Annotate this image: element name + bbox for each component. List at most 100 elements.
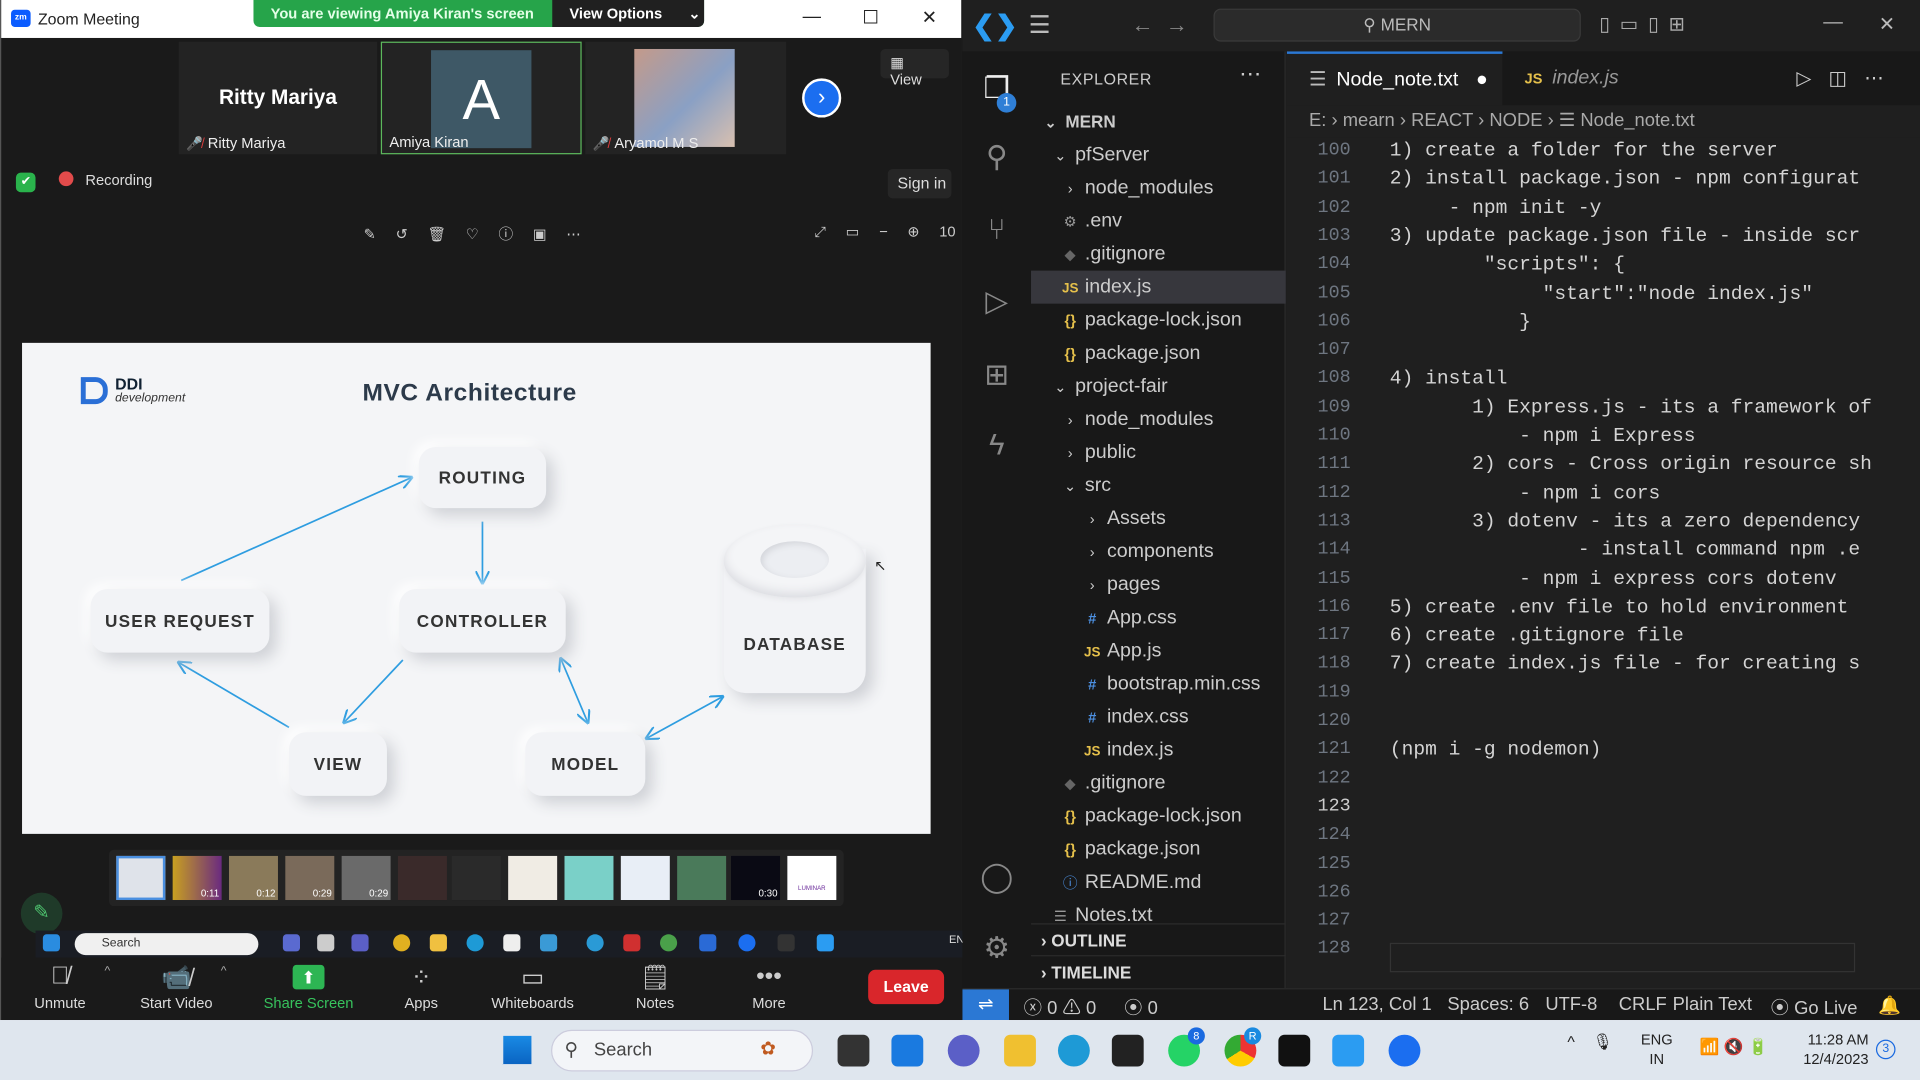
participant-tile-active[interactable]: A Amiya Kiran	[380, 41, 582, 155]
extensions-icon[interactable]: ⊞	[977, 358, 1016, 397]
forward-icon[interactable]: →	[1166, 12, 1188, 36]
thumbnail[interactable]: 0:29	[285, 855, 335, 901]
participant-tile[interactable]: Ritty Mariya 🎤̸ Ritty Mariya	[178, 41, 378, 155]
tree-item[interactable]: › node_modules	[1031, 171, 1286, 204]
panel-toggle-icon[interactable]: ▭	[1620, 15, 1648, 36]
thumbnail[interactable]: 0:29	[341, 855, 391, 901]
thumbnail[interactable]: 0:12	[228, 855, 278, 901]
fit-icon[interactable]: ▭	[846, 223, 860, 240]
more-icon[interactable]: ⋯	[1864, 69, 1901, 90]
encoding[interactable]: UTF-8	[1545, 994, 1597, 1015]
chevron-up-icon[interactable]: ^	[221, 965, 227, 978]
language-indicator[interactable]: ENG IN	[1641, 1030, 1673, 1069]
thumbnail[interactable]	[451, 855, 501, 901]
tree-item[interactable]: # bootstrap.min.css	[1031, 667, 1286, 700]
unmute-button[interactable]: 🎙̸ Unmute ^	[5, 958, 115, 1020]
minimize-icon[interactable]: —	[1815, 12, 1852, 34]
secondary-sidebar-icon[interactable]: ▯	[1648, 15, 1669, 36]
edit-icon[interactable]: ✎	[364, 225, 376, 242]
zoom-out-icon[interactable]: −	[879, 223, 888, 240]
breadcrumb-item[interactable]: REACT	[1411, 110, 1473, 131]
windows-start-icon[interactable]	[502, 1034, 532, 1065]
breadcrumb-item[interactable]: mearn	[1343, 110, 1395, 131]
store-icon[interactable]	[1111, 1034, 1144, 1067]
zoom-in-icon[interactable]: ⊕	[907, 223, 919, 240]
close-icon[interactable]: ✕	[911, 6, 948, 28]
outline-section[interactable]: › OUTLINE	[1031, 923, 1286, 955]
pen-icon[interactable]: ✎	[20, 892, 63, 935]
split-editor-icon[interactable]: ◫	[1829, 69, 1865, 90]
tray-icons[interactable]: 📶 🔇 🔋	[1700, 1037, 1768, 1057]
timeline-section[interactable]: › TIMELINE	[1031, 955, 1286, 987]
chat-icon[interactable]	[947, 1034, 980, 1067]
tree-item[interactable]: ⚙ .env	[1031, 204, 1286, 237]
tab-index-js[interactable]: JS index.js	[1502, 51, 1661, 105]
tree-item[interactable]: # index.css	[1031, 700, 1286, 733]
zoom-icon[interactable]	[1388, 1034, 1421, 1067]
cursor-position[interactable]: Ln 123, Col 1	[1322, 994, 1431, 1015]
breadcrumb-item[interactable]: NODE	[1489, 110, 1542, 131]
tree-item[interactable]: › node_modules	[1031, 403, 1286, 436]
clock[interactable]: 11:28 AM 12/4/2023	[1795, 1030, 1868, 1069]
view-button[interactable]: ▦ View	[880, 48, 949, 88]
share-screen-button[interactable]: ⬆ Share Screen	[253, 958, 363, 1020]
task-view-icon[interactable]	[837, 1034, 870, 1067]
breadcrumb-item[interactable]: E:	[1309, 110, 1326, 131]
remote-icon[interactable]: ⇌	[962, 989, 1009, 1022]
command-center[interactable]: ⚲ MERN	[1213, 8, 1581, 42]
customize-layout-icon[interactable]: ⊞	[1669, 15, 1695, 36]
participant-tile[interactable]: 🎤̸ Aryamol M S	[585, 41, 787, 155]
breadcrumb-item[interactable]: Node_note.txt	[1580, 110, 1694, 131]
menu-icon[interactable]: ☰	[1029, 10, 1051, 41]
source-control-icon[interactable]: ⑂	[977, 213, 1016, 252]
tree-item[interactable]: › Assets	[1031, 502, 1286, 535]
chevron-up-icon[interactable]: ^	[104, 965, 110, 978]
close-icon[interactable]: ✕	[1869, 12, 1906, 36]
lightning-icon[interactable]: ϟ	[977, 429, 1016, 468]
heart-icon[interactable]: ♡	[466, 225, 479, 242]
tree-item[interactable]: {} package-lock.json	[1031, 304, 1286, 337]
vscode-icon[interactable]	[1332, 1034, 1365, 1067]
apps-button[interactable]: ⁘ Apps	[366, 958, 476, 1020]
whiteboards-button[interactable]: ▭ Whiteboards	[478, 958, 588, 1020]
tree-item[interactable]: › public	[1031, 436, 1286, 469]
start-video-button[interactable]: 📹̸ Start Video ^	[121, 958, 231, 1020]
tree-item[interactable]: ⌄ src	[1031, 469, 1286, 502]
tree-item[interactable]: {} package.json	[1031, 337, 1286, 370]
tree-item[interactable]: JS App.js	[1031, 634, 1286, 667]
thumbnail[interactable]	[508, 855, 558, 901]
chevron-up-icon[interactable]: ^	[1567, 1032, 1574, 1050]
whatsapp-icon[interactable]: 8	[1168, 1027, 1205, 1067]
undo-icon[interactable]: ↺	[396, 225, 408, 242]
screen-icon[interactable]: ▣	[533, 225, 547, 242]
widgets-icon[interactable]	[891, 1034, 924, 1067]
leave-button[interactable]: Leave	[868, 969, 945, 1005]
account-icon[interactable]: ◯	[977, 860, 1016, 899]
terminal-icon[interactable]	[1278, 1034, 1311, 1067]
tree-item[interactable]: {} package-lock.json	[1031, 800, 1286, 833]
thumbnail[interactable]	[116, 855, 166, 901]
tree-item[interactable]: JS index.js	[1031, 270, 1286, 304]
indentation[interactable]: Spaces: 6	[1447, 994, 1529, 1015]
run-debug-icon[interactable]: ▷	[977, 284, 1016, 323]
next-participants-button[interactable]: ›	[802, 78, 842, 118]
thumbnail[interactable]	[677, 855, 727, 901]
tree-item[interactable]: ◆ .gitignore	[1031, 238, 1286, 271]
chrome-icon[interactable]: R	[1224, 1027, 1262, 1067]
ports-indicator[interactable]: ⦿ 0	[1124, 994, 1158, 1020]
tree-item[interactable]: › components	[1031, 535, 1286, 568]
microphone-icon[interactable]: 🎙	[1593, 1032, 1613, 1050]
more-icon[interactable]: ⋯	[1239, 61, 1261, 87]
code-editor[interactable]: 100 1) create a folder for the server 101 2…	[1286, 137, 1920, 989]
tree-item[interactable]: ⓘ README.md	[1031, 866, 1286, 899]
sign-in-button[interactable]: Sign in	[887, 168, 952, 199]
bell-icon[interactable]: 🔔	[1878, 994, 1901, 1017]
sidebar-toggle-icon[interactable]: ▯	[1599, 15, 1620, 36]
go-live-button[interactable]: ⦿ Go Live	[1771, 994, 1858, 1020]
line-ending[interactable]: CRLF	[1619, 994, 1667, 1015]
notes-button[interactable]: 🗒 Notes	[600, 958, 710, 1020]
root-folder[interactable]: ⌄ MERN	[1031, 105, 1286, 138]
search-icon[interactable]: ⚲	[977, 140, 1016, 179]
more-button[interactable]: ••• More	[714, 958, 824, 1020]
maximize-icon[interactable]: ☐	[852, 6, 889, 28]
